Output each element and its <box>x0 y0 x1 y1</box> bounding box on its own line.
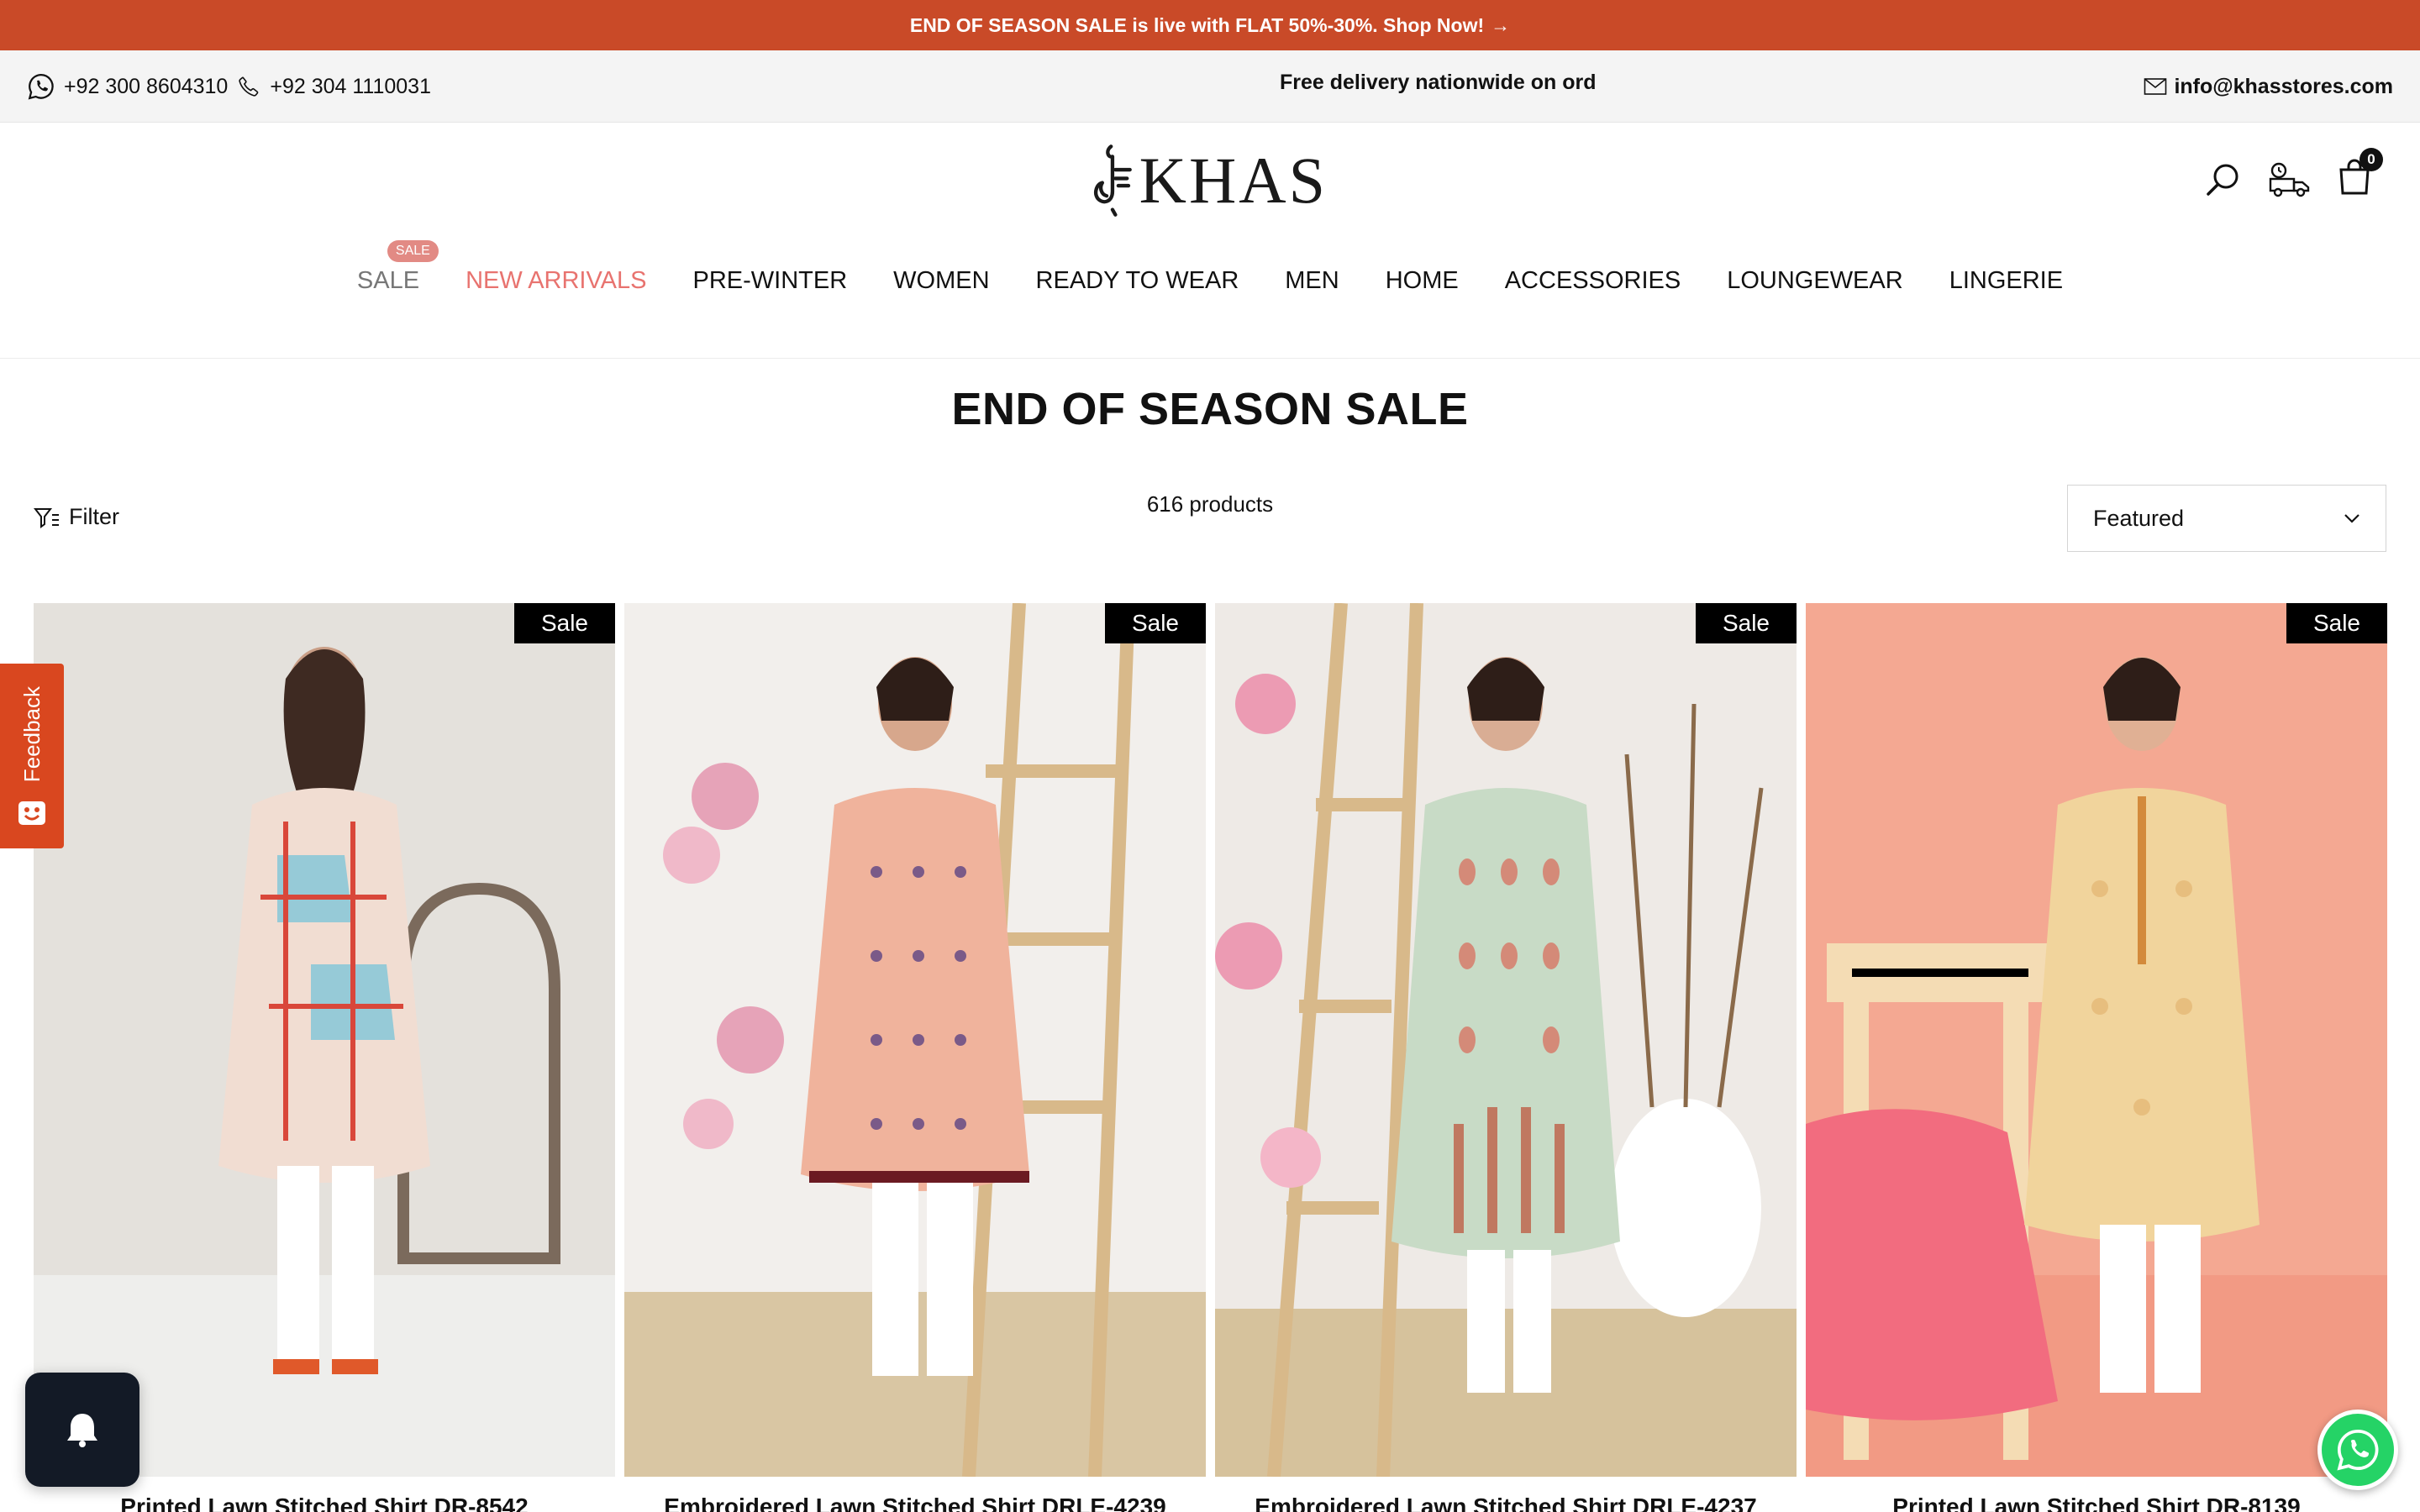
whatsapp-icon <box>27 72 55 101</box>
delivery-message: Free delivery nationwide on ord <box>1280 71 1597 94</box>
chat-widget-button[interactable] <box>25 1373 139 1487</box>
sort-select[interactable]: Featured <box>2067 485 2386 552</box>
cart-count-badge: 0 <box>2360 148 2383 171</box>
sale-tag: Sale <box>1695 603 1797 643</box>
cart-button[interactable]: 0 <box>2338 148 2383 199</box>
nav-item-new-arrivals[interactable]: NEW ARRIVALS <box>466 267 646 295</box>
product-count: 616 products <box>1146 491 1274 517</box>
whatsapp-number[interactable]: +92 300 8604310 <box>64 75 228 99</box>
contact-bar: +92 300 8604310 +92 304 1110031 Free del… <box>0 50 2420 123</box>
chevron-down-icon <box>2344 514 2360 523</box>
product-title[interactable]: Printed Lawn Stitched Shirt DR-8139 <box>1806 1494 2387 1512</box>
whatsapp-chat-button[interactable] <box>2317 1410 2398 1490</box>
nav-divider <box>0 358 2420 359</box>
arrow-right-icon: → <box>1491 13 1511 36</box>
main-nav: SALE SALE NEW ARRIVALS PRE-WINTER WOMEN … <box>0 240 2420 295</box>
nav-item-ready-to-wear[interactable]: READY TO WEAR <box>1036 267 1239 295</box>
phone-icon <box>236 74 261 99</box>
nav-item-home[interactable]: HOME <box>1386 267 1459 295</box>
logo-mark-icon <box>1094 144 1132 217</box>
product-image <box>1215 603 1797 1477</box>
delivery-truck-icon[interactable] <box>2267 160 2312 197</box>
sale-badge: SALE <box>387 240 439 262</box>
whatsapp-icon <box>2337 1429 2379 1471</box>
mail-icon <box>2144 77 2167 96</box>
nav-item-label: SALE <box>356 267 420 294</box>
email-link[interactable]: info@khasstores.com <box>2174 75 2393 99</box>
sale-tag: Sale <box>2286 603 2387 643</box>
nav-item-accessories[interactable]: ACCESSORIES <box>1505 267 1681 295</box>
phone-number[interactable]: +92 304 1110031 <box>270 75 431 99</box>
product-card[interactable]: Sale <box>1806 603 2387 1477</box>
site-logo[interactable]: KHAS <box>1091 130 1328 231</box>
smiley-icon <box>18 801 45 826</box>
product-card[interactable]: Sale <box>624 603 1206 1477</box>
feedback-label: Feedback <box>18 685 45 783</box>
sale-tag: Sale <box>1104 603 1206 643</box>
nav-item-sale[interactable]: SALE SALE <box>356 240 439 295</box>
nav-item-loungewear[interactable]: LOUNGEWEAR <box>1727 267 1902 295</box>
search-icon[interactable] <box>2205 160 2242 197</box>
product-card[interactable]: Sale <box>1215 603 1797 1477</box>
product-image <box>624 603 1206 1477</box>
page-title: END OF SEASON SALE <box>951 384 1469 434</box>
nav-item-pre-winter[interactable]: PRE-WINTER <box>692 267 847 295</box>
sale-tag: Sale <box>513 603 615 643</box>
sort-selected-value: Featured <box>2093 505 2185 531</box>
product-title[interactable]: Printed Lawn Stitched Shirt DR-8542 <box>34 1494 615 1512</box>
bell-icon <box>67 1414 97 1447</box>
announcement-bar[interactable]: END OF SEASON SALE is live with FLAT 50%… <box>0 0 2420 50</box>
nav-item-women[interactable]: WOMEN <box>893 267 989 295</box>
product-image <box>1806 603 2387 1477</box>
announcement-text[interactable]: END OF SEASON SALE is live with FLAT 50%… <box>910 14 1484 37</box>
logo-text: KHAS <box>1139 144 1328 217</box>
nav-item-lingerie[interactable]: LINGERIE <box>1949 267 2063 295</box>
product-image <box>34 603 615 1477</box>
feedback-tab[interactable]: Feedback <box>0 664 64 848</box>
product-title[interactable]: Embroidered Lawn Stitched Shirt DRLE-423… <box>1215 1494 1797 1512</box>
product-card[interactable]: Sale <box>34 603 615 1477</box>
product-title[interactable]: Embroidered Lawn Stitched Shirt DRLE-423… <box>624 1494 1206 1512</box>
header-actions: 0 <box>2205 148 2383 199</box>
nav-item-men[interactable]: MEN <box>1285 267 1339 295</box>
